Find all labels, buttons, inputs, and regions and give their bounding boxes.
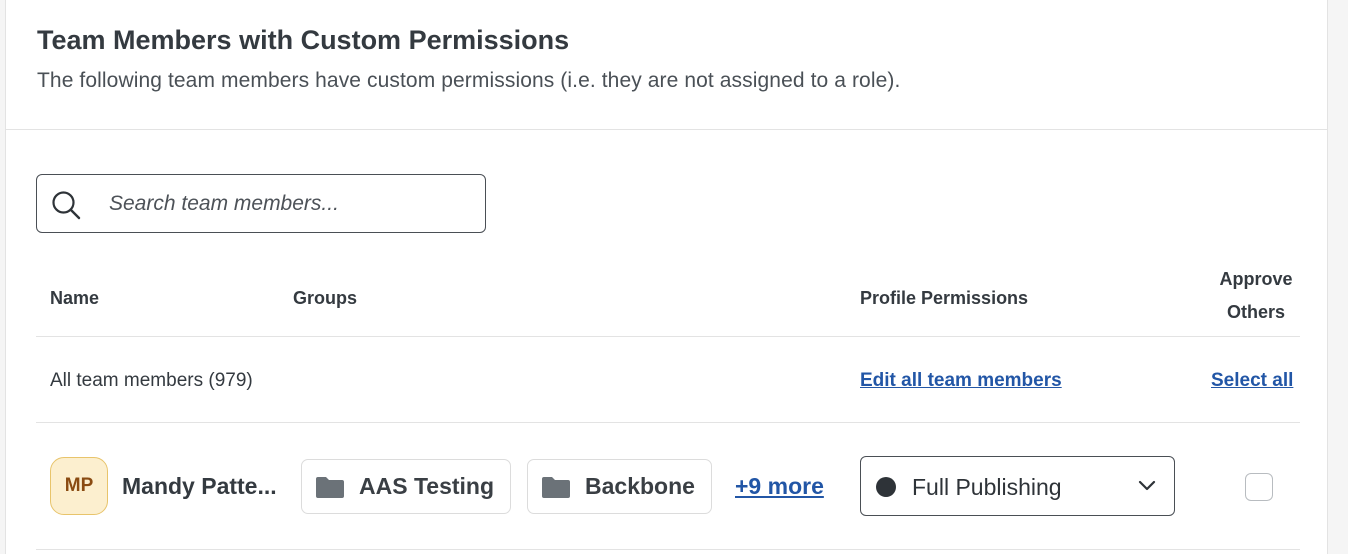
group-chip-aas-testing[interactable]: AAS Testing (301, 459, 512, 514)
search-input[interactable] (109, 185, 469, 223)
panel-header: Team Members with Custom Permissions The… (6, 0, 1327, 130)
folder-icon (542, 476, 570, 498)
custom-permissions-panel: Team Members with Custom Permissions The… (5, 0, 1328, 554)
folder-icon (316, 476, 344, 498)
search-box[interactable] (36, 174, 486, 233)
avatar: MP (50, 457, 108, 515)
group-chip-backbone[interactable]: Backbone (527, 459, 712, 514)
approve-header-line1: Approve (1219, 269, 1293, 289)
search-icon (52, 191, 81, 220)
group-chip-label: Backbone (585, 473, 695, 499)
profile-permission-select[interactable]: Full Publishing (860, 456, 1175, 516)
column-header-profile-permissions[interactable]: Profile Permissions (860, 288, 1028, 309)
row-divider (36, 549, 1300, 550)
member-name[interactable]: Mandy Patte... (122, 473, 277, 500)
edit-all-team-members-link[interactable]: Edit all team members (860, 370, 1062, 392)
page-title: Team Members with Custom Permissions (37, 25, 570, 55)
select-all-link[interactable]: Select all (1211, 370, 1293, 392)
all-team-members-label: All team members (979) (50, 370, 253, 391)
group-chip-label: AAS Testing (359, 473, 495, 499)
more-groups-link[interactable]: +9 more (735, 473, 824, 500)
column-header-approve-others[interactable]: Approve Others (1201, 263, 1311, 329)
chevron-down-icon (1138, 480, 1156, 491)
column-header-name[interactable]: Name (50, 288, 99, 309)
approve-others-checkbox[interactable] (1245, 473, 1273, 501)
approve-header-line2: Others (1226, 302, 1286, 322)
permission-status-dot (876, 477, 896, 497)
all-row-divider (36, 422, 1300, 423)
header-divider (36, 336, 1300, 337)
page-subtitle: The following team members have custom p… (37, 69, 901, 92)
permission-selected-value: Full Publishing (912, 474, 1062, 500)
column-header-groups[interactable]: Groups (293, 288, 357, 309)
